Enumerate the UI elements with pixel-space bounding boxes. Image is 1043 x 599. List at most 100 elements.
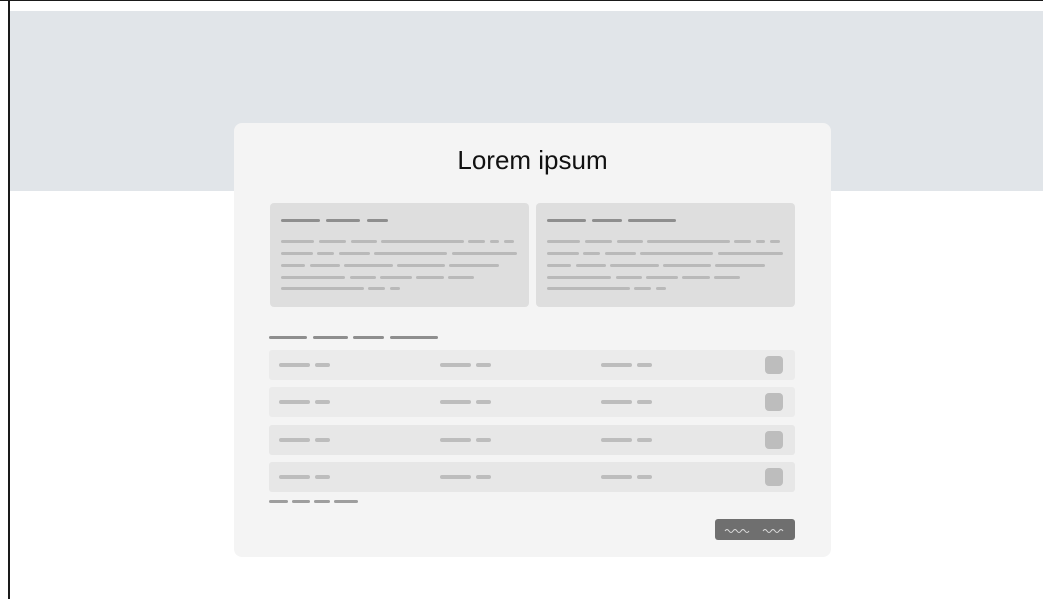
row-checkbox[interactable] <box>765 431 783 449</box>
text-placeholder <box>647 240 730 243</box>
panel-heading-placeholder <box>592 219 622 222</box>
cell-placeholder <box>476 363 491 367</box>
cell-placeholder <box>315 363 330 367</box>
table-row[interactable] <box>269 425 795 455</box>
panel-heading-placeholder <box>628 219 676 222</box>
text-placeholder <box>468 240 485 243</box>
text-placeholder <box>374 252 447 255</box>
text-placeholder <box>714 276 740 279</box>
footer-note-placeholder <box>292 500 310 503</box>
cell-placeholder <box>637 400 652 404</box>
text-placeholder <box>547 252 579 255</box>
text-placeholder <box>380 276 412 279</box>
text-placeholder <box>452 252 517 255</box>
cell-placeholder <box>476 438 491 442</box>
panel-heading-placeholder <box>547 219 586 222</box>
text-placeholder <box>319 240 346 243</box>
text-placeholder <box>605 252 636 255</box>
cell-placeholder <box>315 400 330 404</box>
cell-placeholder <box>637 363 652 367</box>
text-placeholder <box>715 264 765 267</box>
cell-placeholder <box>601 438 632 442</box>
text-placeholder <box>351 240 377 243</box>
text-placeholder <box>368 287 385 290</box>
text-placeholder <box>547 264 571 267</box>
text-placeholder <box>656 287 666 290</box>
text-placeholder <box>390 287 400 290</box>
text-placeholder <box>350 276 376 279</box>
text-placeholder <box>616 276 642 279</box>
table-row[interactable] <box>269 350 795 380</box>
main-card: Lorem ipsum <box>234 123 831 557</box>
cell-placeholder <box>315 438 330 442</box>
table-row[interactable] <box>269 387 795 417</box>
cell-placeholder <box>476 475 491 479</box>
text-placeholder <box>449 264 499 267</box>
text-placeholder <box>682 276 710 279</box>
cell-placeholder <box>637 438 652 442</box>
text-placeholder <box>634 287 651 290</box>
section-heading-placeholder <box>353 336 384 339</box>
info-panel-left <box>270 203 529 307</box>
text-placeholder <box>547 276 611 279</box>
row-checkbox[interactable] <box>765 356 783 374</box>
text-placeholder <box>583 252 600 255</box>
text-placeholder <box>448 276 474 279</box>
cell-placeholder <box>279 363 310 367</box>
row-checkbox[interactable] <box>765 393 783 411</box>
text-placeholder <box>576 264 606 267</box>
text-placeholder <box>317 252 334 255</box>
section-heading-placeholder <box>313 336 348 339</box>
footer-note-placeholder <box>314 500 330 503</box>
panel-heading-placeholder <box>367 219 388 222</box>
text-placeholder <box>734 240 751 243</box>
text-placeholder <box>718 252 783 255</box>
section-heading-placeholder <box>269 336 307 339</box>
text-placeholder <box>281 276 345 279</box>
cell-placeholder <box>279 438 310 442</box>
cell-placeholder <box>601 400 632 404</box>
cell-placeholder <box>601 475 632 479</box>
cell-placeholder <box>440 400 471 404</box>
cell-placeholder <box>601 363 632 367</box>
cell-placeholder <box>440 438 471 442</box>
text-placeholder <box>547 287 630 290</box>
text-placeholder <box>504 240 514 243</box>
text-placeholder <box>281 287 364 290</box>
text-placeholder <box>281 252 313 255</box>
cell-placeholder <box>440 475 471 479</box>
panel-heading-placeholder <box>281 219 320 222</box>
text-placeholder <box>617 240 643 243</box>
button-label-scribble <box>724 529 784 533</box>
text-placeholder <box>281 240 314 243</box>
row-checkbox[interactable] <box>765 468 783 486</box>
text-placeholder <box>646 276 678 279</box>
text-placeholder <box>344 264 393 267</box>
info-panel-right <box>536 203 795 307</box>
cell-placeholder <box>279 475 310 479</box>
cell-placeholder <box>279 400 310 404</box>
section-heading-placeholder <box>390 336 438 339</box>
text-placeholder <box>281 264 305 267</box>
text-placeholder <box>397 264 445 267</box>
page-title: Lorem ipsum <box>457 145 608 175</box>
text-placeholder <box>610 264 659 267</box>
footer-note-placeholder <box>269 500 288 503</box>
submit-button[interactable] <box>715 519 795 540</box>
table-row[interactable] <box>269 462 795 492</box>
text-placeholder <box>756 240 765 243</box>
window-top-border <box>0 0 1043 1</box>
text-placeholder <box>547 240 580 243</box>
text-placeholder <box>310 264 340 267</box>
cell-placeholder <box>637 475 652 479</box>
text-placeholder <box>490 240 499 243</box>
text-placeholder <box>585 240 612 243</box>
cell-placeholder <box>476 400 491 404</box>
text-placeholder <box>640 252 713 255</box>
text-placeholder <box>381 240 464 243</box>
cell-placeholder <box>440 363 471 367</box>
text-placeholder <box>663 264 711 267</box>
text-placeholder <box>416 276 444 279</box>
cell-placeholder <box>315 475 330 479</box>
text-placeholder <box>770 240 780 243</box>
